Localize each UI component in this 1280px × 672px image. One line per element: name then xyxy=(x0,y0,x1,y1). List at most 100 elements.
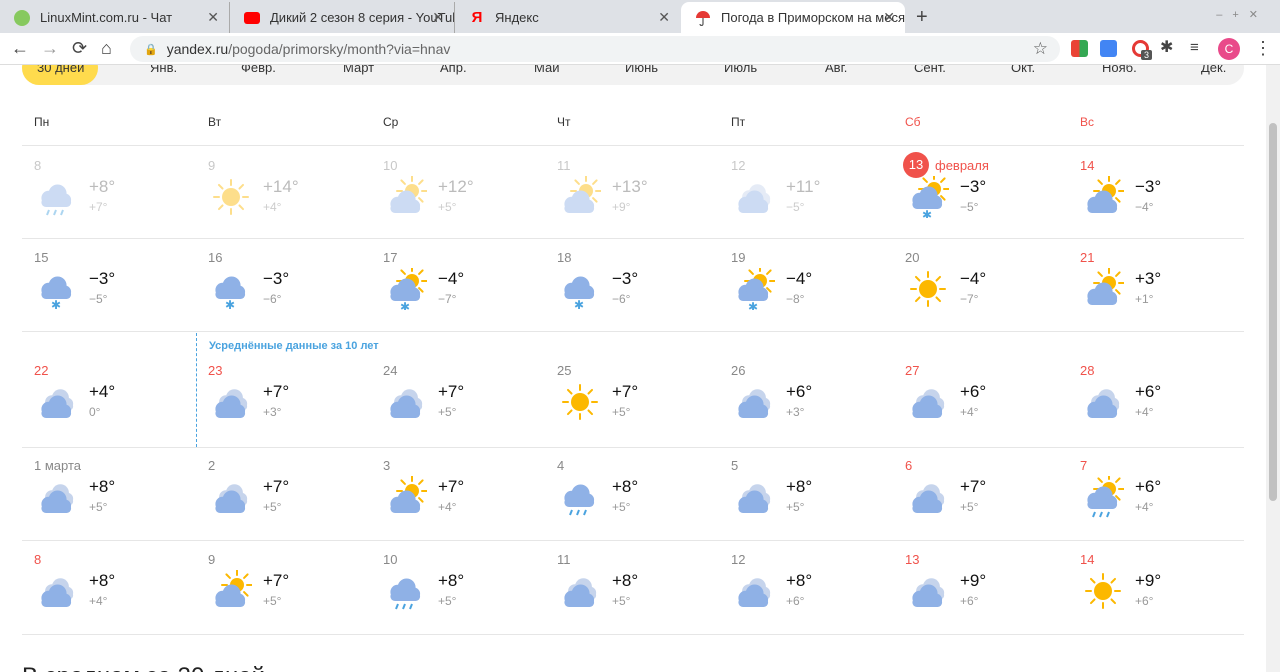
day-cell[interactable]: 28 +6° +4° xyxy=(1080,363,1254,453)
day-cell[interactable]: 15 ✱ −3° −5° xyxy=(34,250,208,340)
tab-linuxmint[interactable]: LinuxMint.com.ru - Чат ✕ xyxy=(0,2,230,33)
day-cell[interactable]: 4 +8° +5° xyxy=(557,458,731,548)
day-cell[interactable]: 24 +7° +5° xyxy=(383,363,557,453)
temp-max: +7° xyxy=(438,382,465,401)
day-cell[interactable]: 7 +6° +4° xyxy=(1080,458,1254,548)
day-cell[interactable]: 20 −4° −7° xyxy=(905,250,1079,340)
temp-min: +7° xyxy=(89,200,108,214)
day-cell[interactable]: 14 +9° +6° xyxy=(1080,552,1254,642)
day-cell[interactable]: 12 +8° +6° xyxy=(731,552,905,642)
month-nav-item[interactable]: Сент. xyxy=(914,65,946,75)
cloud-icon xyxy=(36,476,78,518)
temp-min: +1° xyxy=(1135,292,1154,306)
umbrella-icon xyxy=(695,10,711,26)
month-nav-item[interactable]: Нояб. xyxy=(1102,65,1137,75)
profile-avatar[interactable]: С xyxy=(1218,38,1240,60)
close-icon[interactable]: ✕ xyxy=(432,10,444,24)
day-cell[interactable]: 2 +7° +5° xyxy=(208,458,382,548)
sun-cloud-snow-icon: ✱ xyxy=(385,265,428,314)
day-cell[interactable]: 26 +6° +3° xyxy=(731,363,905,453)
youtube-icon xyxy=(244,11,260,24)
month-nav-item[interactable]: Март xyxy=(343,65,374,75)
extensions-puzzle-icon[interactable]: ✱ xyxy=(1160,37,1173,59)
day-cell[interactable]: 6 +7° +5° xyxy=(905,458,1079,548)
day-cell[interactable]: 22 +4° 0° xyxy=(34,363,208,453)
month-nav-item[interactable]: Май xyxy=(534,65,559,75)
day-cell[interactable]: 16 ✱ −3° −6° xyxy=(208,250,382,340)
temp-max: +6° xyxy=(960,382,987,401)
month-nav-item[interactable]: Июнь xyxy=(625,65,658,75)
tab-yandex[interactable]: Я Яндекс ✕ xyxy=(455,2,680,33)
extension-badge: 3 xyxy=(1141,50,1153,60)
cloud-icon xyxy=(907,570,949,612)
month-nav-item[interactable]: Дек. xyxy=(1201,65,1226,75)
temp-max: +3° xyxy=(1135,269,1162,288)
extension-icon[interactable] xyxy=(1071,40,1088,57)
weekday-header: Вс xyxy=(1080,115,1095,129)
temp-max: +7° xyxy=(612,382,639,401)
temp-min: +5° xyxy=(612,594,631,608)
forward-button[interactable]: → xyxy=(41,37,59,59)
day-number: 12 xyxy=(731,552,746,567)
day-cell[interactable]: 11 +8° +5° xyxy=(557,552,731,642)
back-button[interactable]: ← xyxy=(11,37,29,59)
scrollbar[interactable] xyxy=(1266,65,1280,672)
day-cell[interactable]: 9 +14° +4° xyxy=(208,158,382,248)
address-bar[interactable]: 🔒 yandex.ru/pogoda/primorsky/month?via=h… xyxy=(130,36,1060,62)
day-cell[interactable]: 13 +9° +6° xyxy=(905,552,1079,642)
reload-button[interactable]: ⟳ xyxy=(72,37,87,59)
day-cell[interactable]: 17 ✱ −4° −7° xyxy=(383,250,557,340)
reading-list-icon[interactable]: ≡ xyxy=(1190,37,1199,59)
menu-icon[interactable]: ⋮ xyxy=(1254,37,1272,59)
month-nav-item[interactable]: Окт. xyxy=(1011,65,1035,75)
month-nav-item[interactable]: Янв. xyxy=(150,65,177,75)
bookmark-star-icon[interactable]: ☆ xyxy=(1033,39,1048,59)
day-number: 10 xyxy=(383,158,398,173)
day-cell[interactable]: 25 +7° +5° xyxy=(557,363,731,453)
home-button[interactable]: ⌂ xyxy=(101,37,112,59)
temp-max: +8° xyxy=(786,571,813,590)
day-number: 11 xyxy=(557,158,571,173)
day-cell[interactable]: 8 +8° +4° xyxy=(34,552,208,642)
day-cell[interactable]: 10 +12° +5° xyxy=(383,158,557,248)
sun-icon xyxy=(1082,570,1124,612)
day-cell[interactable]: 18 ✱ −3° −6° xyxy=(557,250,731,340)
day-cell[interactable]: 27 +6° +4° xyxy=(905,363,1079,453)
window-controls[interactable]: –+✕ xyxy=(1216,8,1268,21)
day-cell[interactable]: 9 +7° +5° xyxy=(208,552,382,642)
temp-min: +5° xyxy=(438,405,457,419)
month-nav-item[interactable]: 30 дней xyxy=(37,65,84,75)
day-cell[interactable]: 10 +8° +5° xyxy=(383,552,557,642)
tab-youtube[interactable]: Дикий 2 сезон 8 серия - YouTube ✕ xyxy=(230,2,455,33)
scrollbar-thumb[interactable] xyxy=(1269,123,1277,501)
sun-cloud-icon xyxy=(385,175,428,218)
day-cell[interactable]: 19 ✱ −4° −8° xyxy=(731,250,905,340)
day-number: 11 xyxy=(557,552,571,567)
day-cell[interactable]: 3 +7° +4° xyxy=(383,458,557,548)
weekday-header: Вт xyxy=(208,115,222,129)
month-nav-item[interactable]: Апр. xyxy=(440,65,467,75)
month-nav-item[interactable]: Июль xyxy=(724,65,757,75)
translate-icon[interactable] xyxy=(1100,40,1117,57)
cloud-icon xyxy=(733,176,775,218)
tab-weather[interactable]: Погода в Приморском на месяц ✕ xyxy=(681,2,905,33)
month-nav-item[interactable]: Авг. xyxy=(825,65,847,75)
day-cell[interactable]: 13 февраля ✱ −3° −5° xyxy=(903,152,1079,248)
day-cell[interactable]: 1 марта +8° +5° xyxy=(34,458,208,548)
close-icon[interactable]: ✕ xyxy=(207,10,219,24)
temp-max: +8° xyxy=(89,571,116,590)
weekday-header: Пт xyxy=(731,115,746,129)
temp-min: +4° xyxy=(1135,405,1154,419)
day-cell[interactable]: 21 +3° +1° xyxy=(1080,250,1254,340)
day-cell[interactable]: 8 +8° +7° xyxy=(34,158,208,248)
day-cell[interactable]: 5 +8° +5° xyxy=(731,458,905,548)
close-icon[interactable]: ✕ xyxy=(883,10,895,24)
weekday-header: Пн xyxy=(34,115,50,129)
day-cell[interactable]: 23 +7° +3° xyxy=(208,363,382,453)
day-cell[interactable]: 11 +13° +9° xyxy=(557,158,731,248)
day-cell[interactable]: 12 +11° −5° xyxy=(731,158,905,248)
day-cell[interactable]: 14 −3° −4° xyxy=(1080,158,1254,248)
new-tab-button[interactable]: + xyxy=(916,6,928,29)
month-nav-item[interactable]: Февр. xyxy=(241,65,276,75)
close-icon[interactable]: ✕ xyxy=(658,10,670,24)
